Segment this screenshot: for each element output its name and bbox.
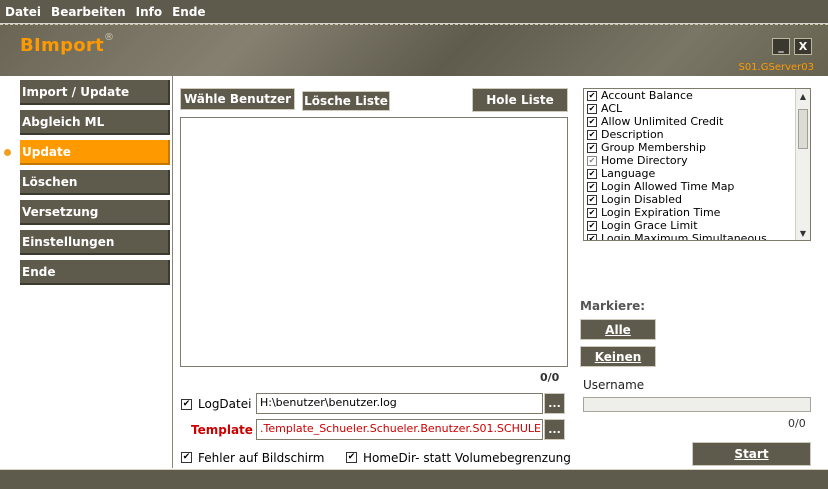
attribute-label: Login Allowed Time Map [601, 180, 735, 193]
attribute-item[interactable]: ✔ Language [584, 167, 810, 180]
attribute-label: Login Grace Limit [601, 219, 698, 232]
mark-none-button[interactable]: Keinen [580, 346, 656, 367]
attribute-checkbox[interactable]: ✔ [587, 116, 597, 127]
progress-count: 0/0 [788, 417, 806, 430]
attribute-label: Language [601, 167, 656, 180]
attribute-checkbox[interactable]: ✔ [587, 207, 597, 218]
menu-info[interactable]: Info [135, 5, 163, 19]
errors-on-screen-label: Fehler auf Bildschirm [198, 451, 325, 465]
attribute-items: ✔ Account Balance ✔ ACL ✔ Allow Unlimited Cre… [584, 89, 810, 241]
attribute-checkbox[interactable]: ✔ [587, 220, 597, 231]
select-users-button[interactable]: Wähle Benutzer [180, 88, 295, 110]
fetch-list-button[interactable]: Hole Liste [472, 88, 568, 112]
attribute-checkbox[interactable]: ✔ [587, 103, 597, 114]
nav-ende[interactable]: Ende [20, 260, 170, 285]
registered-mark: ® [104, 32, 115, 43]
logfile-path-input[interactable]: H:\benutzer\benutzer.log [256, 393, 543, 414]
attribute-checkbox[interactable]: ✔ [587, 129, 597, 140]
attribute-item[interactable]: ✔ Group Membership [584, 141, 810, 154]
username-label: Username [583, 378, 645, 392]
attribute-label: Login Maximum Simultaneous [601, 232, 767, 241]
attribute-label: Login Expiration Time [601, 206, 721, 219]
user-count: 0/0 [540, 371, 560, 384]
scroll-down-icon[interactable]: ▼ [796, 226, 810, 240]
attribute-item[interactable]: ✔ Login Allowed Time Map [584, 180, 810, 193]
start-button[interactable]: Start [692, 442, 811, 466]
progress-bar [583, 397, 811, 412]
app-logo: BImport® [20, 32, 115, 56]
attribute-item[interactable]: ✔ Login Grace Limit [584, 219, 810, 232]
attribute-checkbox[interactable]: ✔ [587, 233, 597, 240]
sidebar-nav: Import / Update Abgleich ML Update Lösch… [20, 80, 170, 290]
attribute-item[interactable]: ✔ ACL [584, 102, 810, 115]
menu-bar: Datei Bearbeiten Info Ende [0, 0, 828, 24]
menu-bearbeiten[interactable]: Bearbeiten [50, 5, 127, 19]
template-input[interactable]: .Template_Schueler.Schueler.Benutzer.S01… [256, 419, 543, 440]
active-bullet-icon [4, 149, 11, 156]
nav-einstellungen[interactable]: Einstellungen [20, 230, 170, 255]
attribute-checkbox[interactable]: ✔ [587, 194, 597, 205]
scroll-thumb[interactable] [798, 109, 808, 149]
template-browse-button[interactable]: ... [544, 419, 565, 440]
check-icon: ✔ [182, 399, 191, 409]
scroll-up-icon[interactable]: ▲ [796, 89, 810, 103]
nav-import-update[interactable]: Import / Update [20, 80, 170, 105]
attribute-scrollbar[interactable]: ▲ ▼ [795, 89, 810, 240]
homedir-label: HomeDir- statt Volumebegrenzung [363, 451, 571, 465]
attribute-checkbox[interactable]: ✔ [587, 142, 597, 153]
errors-on-screen-checkbox[interactable]: ✔ [181, 452, 192, 463]
nav-update[interactable]: Update [20, 140, 170, 165]
attribute-item[interactable]: ✔ Allow Unlimited Credit [584, 115, 810, 128]
attribute-label: Group Membership [601, 141, 706, 154]
attribute-label: Home Directory [601, 154, 688, 167]
app-header: BImport® _ X S01.GServer03 [0, 24, 828, 76]
attribute-checkbox[interactable]: ✔ [587, 90, 597, 101]
menu-ende[interactable]: Ende [171, 5, 206, 19]
attribute-item[interactable]: ✔ Description [584, 128, 810, 141]
attribute-label: Description [601, 128, 664, 141]
minimize-button[interactable]: _ [772, 38, 790, 55]
attribute-checkbox[interactable]: ✔ [587, 155, 597, 166]
attribute-item[interactable]: ✔ Login Expiration Time [584, 206, 810, 219]
template-label: Template [191, 423, 253, 437]
mark-all-label: Alle [605, 322, 631, 337]
close-button[interactable]: X [794, 38, 812, 55]
check-icon: ✔ [347, 452, 356, 462]
app-window: Datei Bearbeiten Info Ende BImport® _ X … [0, 0, 828, 489]
nav-abgleich-ml[interactable]: Abgleich ML [20, 110, 170, 135]
attribute-label: Account Balance [601, 89, 693, 102]
start-label: Start [734, 447, 769, 461]
logfile-browse-button[interactable]: ... [544, 393, 565, 414]
attribute-item[interactable]: ✔ Login Disabled [584, 193, 810, 206]
mark-none-label: Keinen [594, 349, 642, 364]
nav-loeschen[interactable]: Löschen [20, 170, 170, 195]
attribute-label: Allow Unlimited Credit [601, 115, 724, 128]
homedir-checkbox[interactable]: ✔ [346, 452, 357, 463]
attribute-checkbox[interactable]: ✔ [587, 181, 597, 192]
attribute-list[interactable]: ✔ Account Balance ✔ ACL ✔ Allow Unlimited Cre… [583, 88, 811, 241]
logfile-checkbox[interactable]: ✔ [181, 399, 192, 410]
status-bar [0, 469, 828, 489]
logfile-label: LogDatei [198, 397, 252, 411]
menu-datei[interactable]: Datei [4, 5, 42, 19]
attribute-label: ACL [601, 102, 623, 115]
brand-name: BImport [20, 35, 105, 56]
attribute-item[interactable]: ✔ Home Directory [584, 154, 810, 167]
nav-versetzung[interactable]: Versetzung [20, 200, 170, 225]
check-icon: ✔ [182, 452, 191, 462]
server-name: S01.GServer03 [738, 62, 814, 73]
mark-heading: Markiere: [580, 299, 646, 313]
attribute-label: Login Disabled [601, 193, 682, 206]
clear-list-button[interactable]: Lösche Liste [302, 91, 390, 111]
mark-all-button[interactable]: Alle [580, 319, 656, 340]
attribute-item[interactable]: ✔ Account Balance [584, 89, 810, 102]
sidebar-divider [172, 76, 173, 468]
user-list[interactable] [180, 117, 568, 367]
attribute-item[interactable]: ✔ Login Maximum Simultaneous [584, 232, 810, 241]
attribute-checkbox[interactable]: ✔ [587, 168, 597, 179]
